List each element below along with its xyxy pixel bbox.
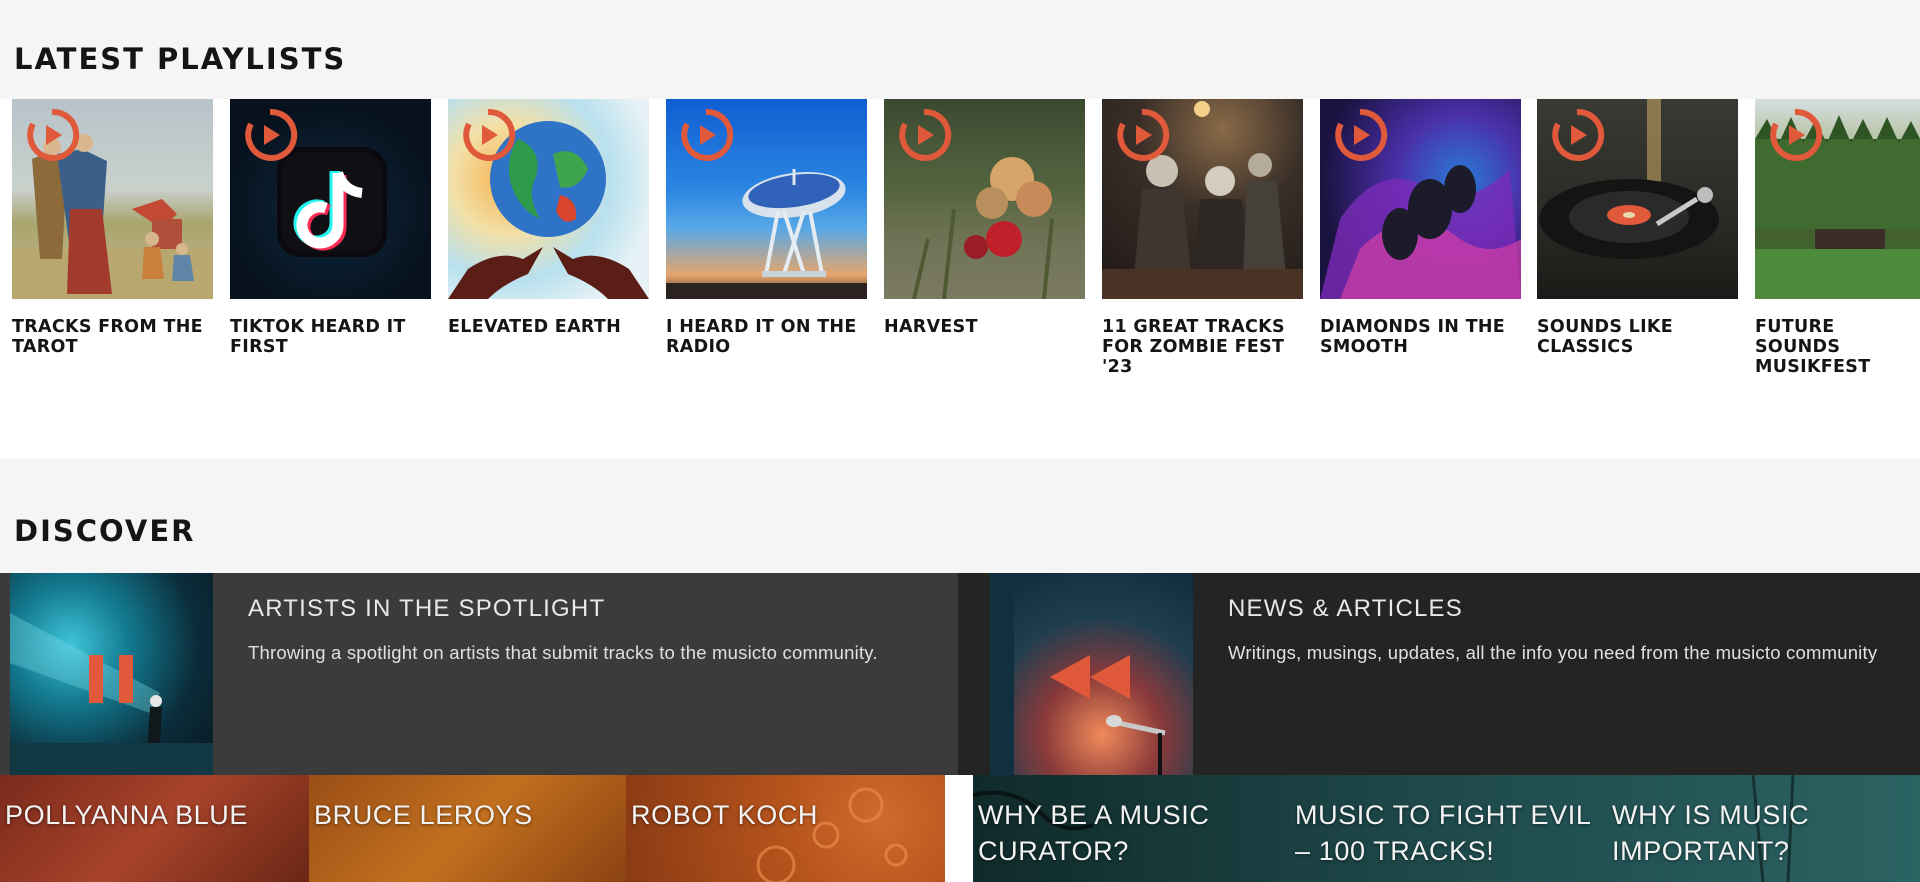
article-tiles: WHY BE A MUSIC CURATOR? MUSIC TO FIGHT EV… bbox=[973, 775, 1920, 882]
spotlight-tile[interactable]: BRUCE LEROYS bbox=[309, 775, 626, 882]
play-icon[interactable] bbox=[460, 107, 516, 163]
tile-label[interactable]: MUSIC TO FIGHT EVIL – 100 TRACKS! bbox=[1295, 797, 1591, 869]
play-icon[interactable] bbox=[678, 107, 734, 163]
playlist-cover[interactable] bbox=[12, 99, 213, 299]
playlist-title[interactable]: SOUNDS LIKE CLASSICS bbox=[1537, 317, 1738, 357]
playlist-cover[interactable] bbox=[448, 99, 649, 299]
playlist-title[interactable]: HARVEST bbox=[884, 317, 1085, 337]
playlist-card[interactable]: TRACKS FROM THE TAROT bbox=[12, 99, 213, 357]
playlist-card[interactable]: TIKTOK HEARD IT FIRST bbox=[230, 99, 431, 357]
play-icon[interactable] bbox=[896, 107, 952, 163]
panel-description: Writings, musings, updates, all the info… bbox=[1228, 642, 1878, 663]
playlist-title[interactable]: TIKTOK HEARD IT FIRST bbox=[230, 317, 431, 357]
playlist-cover[interactable] bbox=[1755, 99, 1920, 299]
play-icon[interactable] bbox=[1114, 107, 1170, 163]
playlist-card[interactable]: FUTURE SOUNDS MUSIKFEST bbox=[1755, 99, 1920, 377]
latest-playlists-heading: LATEST PLAYLISTS bbox=[14, 42, 347, 76]
playlist-card[interactable]: DIAMONDS IN THE SMOOTH bbox=[1320, 99, 1521, 357]
playlist-cover[interactable] bbox=[666, 99, 867, 299]
spotlight-image[interactable] bbox=[10, 573, 213, 775]
playlist-cover[interactable] bbox=[230, 99, 431, 299]
panel-title[interactable]: ARTISTS IN THE SPOTLIGHT bbox=[248, 595, 605, 623]
play-icon[interactable] bbox=[1767, 107, 1823, 163]
playlist-cover[interactable] bbox=[1320, 99, 1521, 299]
playlist-card[interactable]: HARVEST bbox=[884, 99, 1085, 337]
article-tile[interactable]: MUSIC TO FIGHT EVIL – 100 TRACKS! bbox=[1290, 775, 1607, 882]
playlist-title[interactable]: FUTURE SOUNDS MUSIKFEST bbox=[1755, 317, 1920, 377]
playlist-title[interactable]: ELEVATED EARTH bbox=[448, 317, 649, 337]
playlist-card[interactable]: I HEARD IT ON THE RADIO bbox=[666, 99, 867, 357]
playlist-card[interactable]: SOUNDS LIKE CLASSICS bbox=[1537, 99, 1738, 357]
discover-header: DISCOVER bbox=[0, 459, 1920, 573]
playlist-title[interactable]: TRACKS FROM THE TAROT bbox=[12, 317, 213, 357]
tile-label[interactable]: POLLYANNA BLUE bbox=[5, 797, 248, 833]
play-icon[interactable] bbox=[1332, 107, 1388, 163]
article-tile[interactable]: WHY IS MUSIC IMPORTANT? bbox=[1607, 775, 1920, 882]
playlist-card[interactable]: ELEVATED EARTH bbox=[448, 99, 649, 337]
news-image[interactable] bbox=[990, 573, 1193, 775]
play-icon[interactable] bbox=[1549, 107, 1605, 163]
playlist-title[interactable]: I HEARD IT ON THE RADIO bbox=[666, 317, 867, 357]
discover-heading: DISCOVER bbox=[14, 514, 196, 548]
latest-playlists-header: LATEST PLAYLISTS bbox=[0, 0, 1920, 99]
panel-description: Throwing a spotlight on artists that sub… bbox=[248, 642, 878, 663]
tile-label[interactable]: WHY IS MUSIC IMPORTANT? bbox=[1612, 797, 1809, 869]
playlist-row: TRACKS FROM THE TAROT TIKTOK HEARD IT FI… bbox=[0, 99, 1920, 459]
panel-title[interactable]: NEWS & ARTICLES bbox=[1228, 595, 1463, 623]
article-tile[interactable]: WHY BE A MUSIC CURATOR? bbox=[973, 775, 1290, 882]
playlist-cover[interactable] bbox=[884, 99, 1085, 299]
playlist-title[interactable]: DIAMONDS IN THE SMOOTH bbox=[1320, 317, 1521, 357]
spotlight-tile[interactable]: POLLYANNA BLUE bbox=[0, 775, 309, 882]
pause-icon[interactable] bbox=[87, 653, 137, 705]
play-icon[interactable] bbox=[24, 107, 80, 163]
playlist-cover[interactable] bbox=[1102, 99, 1303, 299]
news-articles-panel[interactable]: NEWS & ARTICLES Writings, musings, updat… bbox=[958, 573, 1920, 775]
artists-spotlight-panel[interactable]: ARTISTS IN THE SPOTLIGHT Throwing a spot… bbox=[0, 573, 958, 775]
rewind-icon[interactable] bbox=[1048, 653, 1132, 701]
playlist-cover[interactable] bbox=[1537, 99, 1738, 299]
spotlight-tiles: POLLYANNA BLUE BRUCE LEROYS ROBOT KOCH bbox=[0, 775, 945, 882]
tile-label[interactable]: ROBOT KOCH bbox=[631, 797, 818, 833]
spotlight-tile[interactable]: ROBOT KOCH bbox=[626, 775, 945, 882]
tile-label[interactable]: BRUCE LEROYS bbox=[314, 797, 533, 833]
playlist-card[interactable]: 11 GREAT TRACKS FOR ZOMBIE FEST '23 bbox=[1102, 99, 1303, 377]
playlist-title[interactable]: 11 GREAT TRACKS FOR ZOMBIE FEST '23 bbox=[1102, 317, 1303, 377]
play-icon[interactable] bbox=[242, 107, 298, 163]
tile-label[interactable]: WHY BE A MUSIC CURATOR? bbox=[978, 797, 1209, 869]
